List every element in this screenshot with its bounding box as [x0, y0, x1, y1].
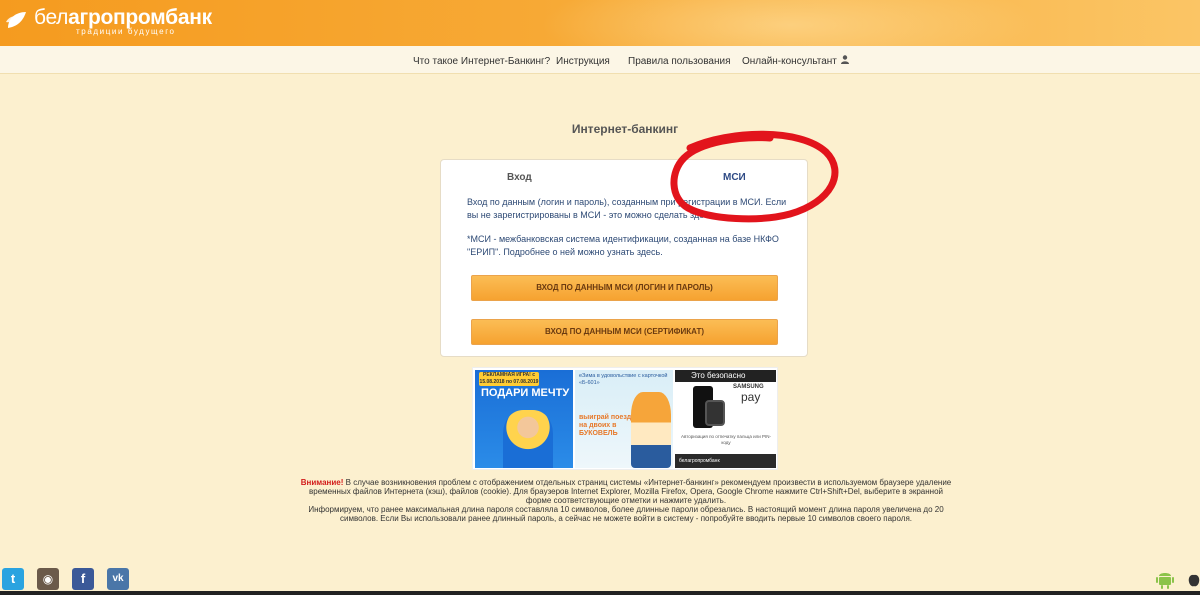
- user-icon: [840, 55, 849, 64]
- tab-login[interactable]: Вход: [507, 172, 532, 183]
- msi-note: *МСИ - межбанковская система идентификац…: [467, 234, 779, 257]
- watch-image: [705, 400, 725, 426]
- vk-icon[interactable]: vk: [107, 568, 129, 590]
- banner-dream-gift[interactable]: РЕКЛАМНАЯ ИГРА! с 15.08.2018 по 07.08.20…: [475, 370, 573, 468]
- top-nav: Что такое Интернет-Банкинг? Инструкция П…: [0, 55, 1200, 70]
- banner2-promo: выиграй поездку на двоих в БУКОВЕЛЬ: [579, 414, 639, 437]
- msi-description: Вход по данным (логин и пароль), созданн…: [467, 197, 787, 220]
- facebook-icon[interactable]: f: [72, 568, 94, 590]
- logo-leaf-icon: [6, 12, 26, 28]
- nav-online-consultant-label: Онлайн-консультант: [742, 56, 837, 67]
- instagram-glyph: ◉: [42, 572, 54, 586]
- notice-text: Внимание! В случае возникновения проблем…: [296, 478, 956, 523]
- instagram-icon[interactable]: ◉: [37, 568, 59, 590]
- vk-glyph: vk: [112, 573, 124, 584]
- logo-bold: агропром: [68, 6, 166, 29]
- site-header: белагропромбанк традиции будущего: [0, 0, 1200, 46]
- android-icon[interactable]: [1156, 569, 1174, 589]
- nav-instruction[interactable]: Инструкция: [556, 56, 610, 67]
- page-title: Интернет-банкинг: [571, 122, 679, 136]
- notice-warning: Внимание!: [300, 478, 344, 487]
- notice-body: В случае возникновения проблем с отображ…: [309, 478, 952, 505]
- promo-banners: РЕКЛАМНАЯ ИГРА! с 15.08.2018 по 07.08.20…: [472, 367, 778, 470]
- msi-login-password-button[interactable]: ВХОД ПО ДАННЫМ МСИ (ЛОГИН И ПАРОЛЬ): [471, 275, 778, 301]
- nav-what-is-ibanking[interactable]: Что такое Интернет-Банкинг?: [413, 56, 550, 67]
- banner3-footer: белагропромбанк: [675, 454, 776, 468]
- banner3-heading: Это безопасно: [675, 370, 776, 382]
- banner1-heading: ПОДАРИ МЕЧТУ: [481, 387, 570, 399]
- twitter-icon[interactable]: t: [2, 568, 24, 590]
- banner2-text: еЗима в удовольствие с карточкой «Б-601»: [579, 373, 668, 386]
- banner-bukovel[interactable]: еЗима в удовольствие с карточкой «Б-601»…: [575, 370, 673, 468]
- nav-online-consultant[interactable]: Онлайн-консультант: [742, 55, 849, 67]
- banner1-ribbon-text: РЕКЛАМНАЯ ИГРА! с 15.08.2018 по 07.08.20…: [479, 372, 539, 385]
- logo-tagline: традиции будущего: [76, 27, 176, 36]
- nav-terms[interactable]: Правила пользования: [628, 56, 731, 67]
- logo-prefix: бел: [34, 6, 69, 29]
- msi-certificate-button[interactable]: ВХОД ПО ДАННЫМ МСИ (СЕРТИФИКАТ): [471, 319, 778, 345]
- banner-samsung-pay[interactable]: Это безопасно SAMSUNG pay Авторизация по…: [675, 370, 776, 468]
- facebook-glyph: f: [80, 571, 86, 586]
- logo-suffix: банк: [165, 6, 212, 29]
- notice-password-info: Информируем, что ранее максимальная длин…: [308, 505, 944, 523]
- apple-icon[interactable]: [1188, 570, 1200, 588]
- banner3-caption: Авторизация по отпечатку пальца или PIN-…: [680, 434, 772, 445]
- pay-label: pay: [741, 390, 761, 404]
- login-card: Вход МСИ Вход по данным (логин и пароль)…: [440, 159, 808, 357]
- banner1-image: [503, 410, 553, 468]
- bottom-border: [0, 591, 1200, 595]
- twitter-glyph: t: [10, 571, 16, 586]
- banner2-image: [631, 392, 671, 468]
- tab-msi[interactable]: МСИ: [723, 172, 746, 183]
- header-glow: [540, 0, 1040, 46]
